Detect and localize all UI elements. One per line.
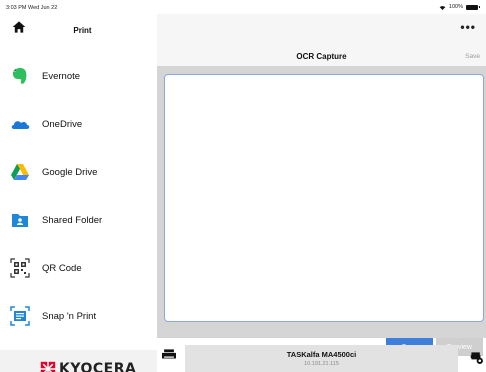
sidebar-item-snap-print[interactable]: Snap 'n Print xyxy=(0,298,157,334)
more-options-button[interactable]: ••• xyxy=(460,21,476,33)
evernote-icon xyxy=(13,68,27,84)
onedrive-icon xyxy=(11,121,30,129)
sidebar-item-google-drive[interactable]: Google Drive xyxy=(0,154,157,190)
device-selector[interactable]: TASKalfa MA4500ci 10.191.21.115 xyxy=(185,345,458,372)
sidebar-item-label: Shared Folder xyxy=(42,215,103,226)
sidebar-item-label: QR Code xyxy=(42,263,82,274)
printer-icon xyxy=(162,349,176,359)
sidebar-item-evernote[interactable]: Evernote xyxy=(0,58,157,94)
sidebar-item-qr-code[interactable]: QR Code xyxy=(0,250,157,286)
sidebar: Print Evernote OneDrive Google Drive Sha… xyxy=(0,14,157,372)
brand-footer: KYOCERA xyxy=(0,350,157,372)
snap-print-icon xyxy=(10,306,30,326)
main-panel: ••• OCR Capture Save Scan Preview TASKal… xyxy=(157,14,486,372)
status-time: 3:03 PM Wed Jun 22 xyxy=(6,5,58,11)
device-footer: TASKalfa MA4500ci 10.191.21.115 xyxy=(157,336,486,372)
main-header: ••• OCR Capture Save xyxy=(157,14,486,66)
shared-folder-icon xyxy=(12,214,28,227)
kyocera-logo-mark-icon xyxy=(40,361,56,372)
save-button[interactable]: Save xyxy=(465,53,480,60)
scan-preview-canvas[interactable] xyxy=(164,74,484,322)
sidebar-item-label: Google Drive xyxy=(42,167,98,178)
battery-percent: 100% xyxy=(448,4,463,10)
google-drive-icon xyxy=(11,164,29,180)
device-name: TASKalfa MA4500ci xyxy=(286,350,357,359)
sidebar-item-label: Snap 'n Print xyxy=(42,311,97,322)
wifi-icon xyxy=(439,5,446,10)
sidebar-header: Print xyxy=(0,14,157,40)
sidebar-item-onedrive[interactable]: OneDrive xyxy=(0,106,157,142)
sidebar-item-label: Evernote xyxy=(42,71,81,82)
device-ip: 10.191.21.115 xyxy=(304,361,339,367)
battery-icon xyxy=(466,4,480,10)
kyocera-logo: KYOCERA xyxy=(40,361,136,372)
sidebar-item-shared-folder[interactable]: Shared Folder xyxy=(0,202,157,238)
qr-code-icon xyxy=(10,258,30,278)
sidebar-item-label: OneDrive xyxy=(42,119,83,130)
status-bar: 3:03 PM Wed Jun 22 100% xyxy=(0,0,486,14)
brand-name: KYOCERA xyxy=(59,361,137,372)
page-title: OCR Capture xyxy=(296,52,347,61)
printer-settings-icon[interactable] xyxy=(470,351,484,365)
status-right: 100% xyxy=(439,4,480,10)
sidebar-title: Print xyxy=(73,26,92,35)
preview-area xyxy=(157,66,486,338)
